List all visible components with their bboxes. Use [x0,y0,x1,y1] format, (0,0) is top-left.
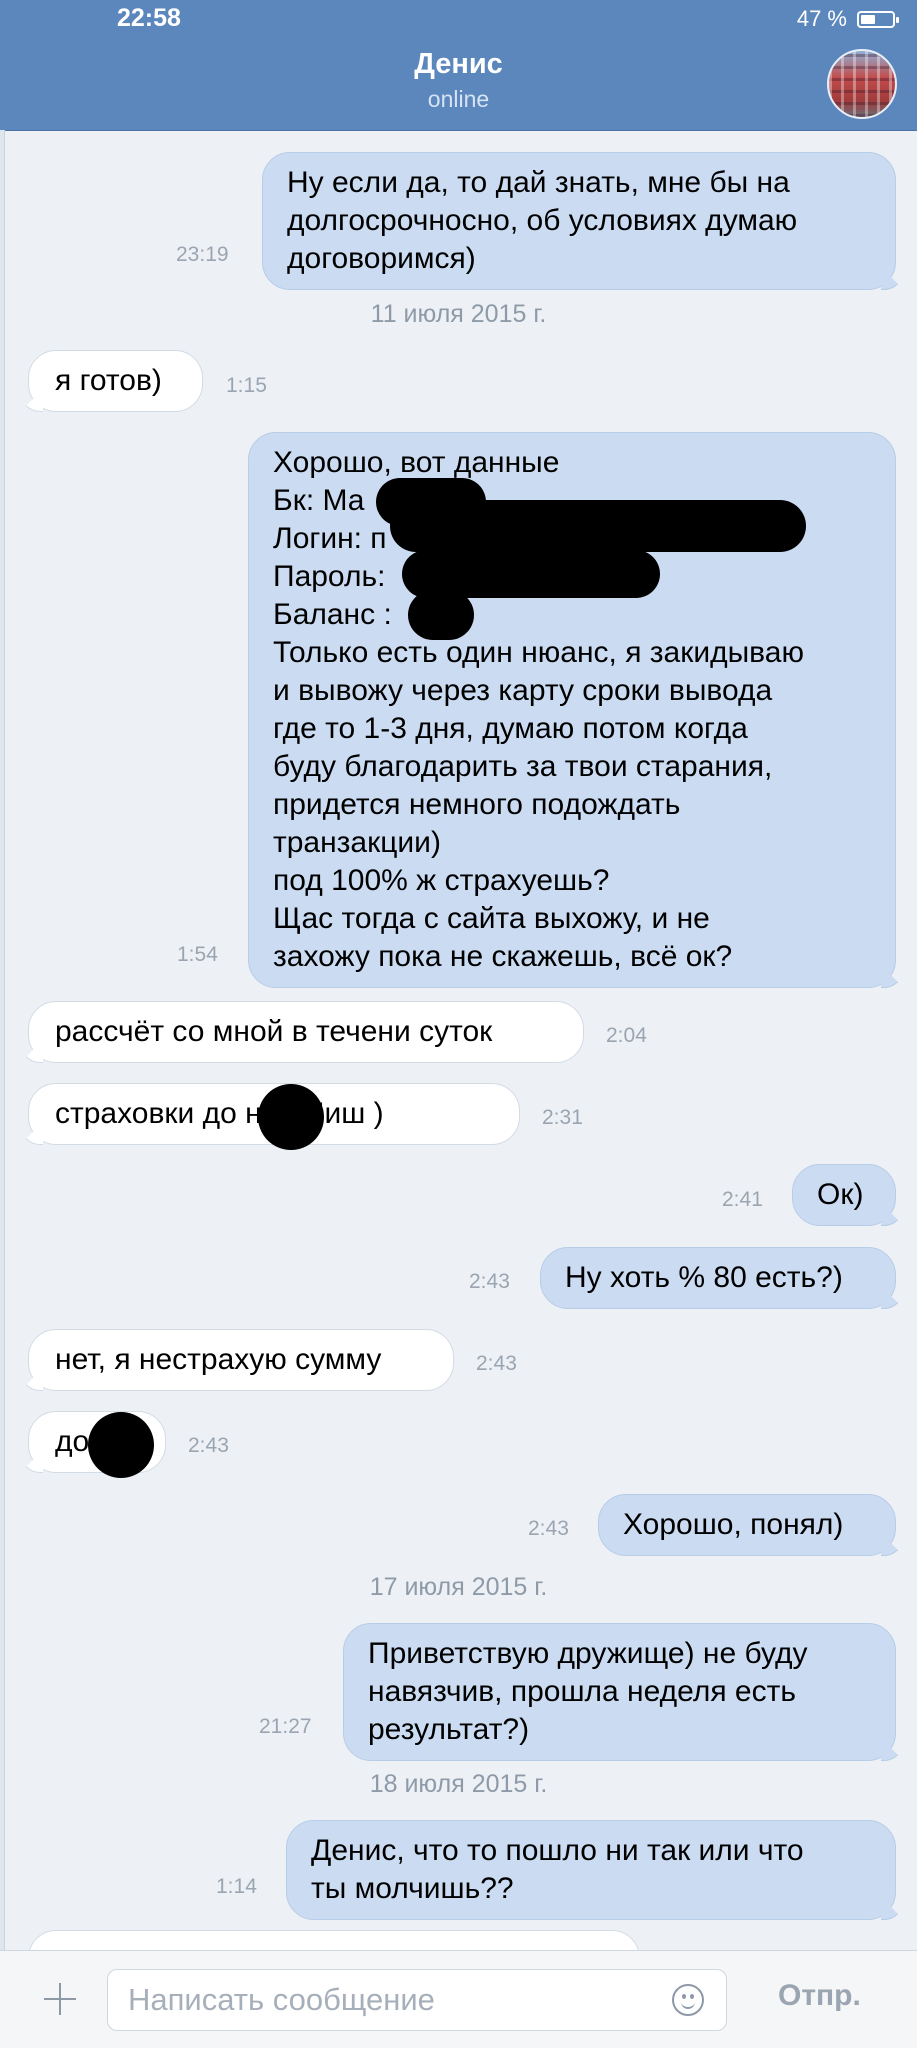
message-bubble-outgoing[interactable]: Ну хоть % 80 есть?) [540,1247,896,1309]
plus-icon[interactable] [44,1983,76,2015]
message-time: 2:31 [542,1106,583,1129]
date-separator: 18 июля 2015 г. [369,1770,548,1798]
message-time: 2:43 [188,1434,229,1457]
smile-icon[interactable] [672,1984,704,2016]
avatar[interactable] [827,49,897,119]
message-bubble-outgoing[interactable]: Приветствую дружище) не буду навязчив, п… [343,1623,896,1761]
send-button[interactable]: Отпр. [778,1979,861,2013]
message-bubble-incoming[interactable]: нет, я нестрахую сумму [28,1329,454,1391]
status-bar: 22:58 47 % [0,0,917,40]
redaction-mark [408,590,474,640]
message-time: 1:54 [177,943,218,966]
date-separator: 11 июля 2015 г. [370,300,547,328]
message-time: 1:15 [226,374,267,397]
message-time: 2:43 [476,1352,517,1375]
message-time: 2:41 [722,1188,763,1211]
message-time: 21:27 [259,1715,312,1738]
message-list[interactable]: Ну если да, то дай знать, мне бы на долг… [0,130,917,1950]
message-bubble-outgoing[interactable]: Хорошо, понял) [598,1494,896,1556]
battery-icon [857,11,899,28]
contact-status: online [427,86,490,112]
chat-header: Денис online [0,40,917,131]
status-time: 22:58 [117,4,181,32]
redaction-mark [390,500,806,552]
message-bubble-incoming[interactable]: рассчёт со мной в течени суток [28,1001,584,1063]
battery-percent: 47 % [796,6,847,31]
message-input[interactable] [107,1969,727,2031]
message-time: 2:04 [606,1024,647,1047]
message-time: 2:43 [469,1270,510,1293]
message-bubble-outgoing[interactable]: Ок) [792,1164,896,1226]
message-time: 2:43 [528,1517,569,1540]
composer-bar: Отпр. [0,1950,917,2048]
contact-name[interactable]: Денис [0,48,917,81]
redaction-mark [88,1412,154,1478]
message-time: 23:19 [176,243,229,266]
date-separator: 17 июля 2015 г. [369,1573,548,1601]
message-bubble-incoming-partial[interactable] [28,1930,640,1950]
message-bubble-incoming[interactable]: я готов) [28,350,203,412]
message-bubble-outgoing[interactable]: Денис, что то пошло ни так или что ты мо… [286,1820,896,1920]
message-time: 1:14 [216,1875,257,1898]
message-bubble-outgoing[interactable]: Ну если да, то дай знать, мне бы на долг… [262,152,896,290]
redaction-mark [258,1084,324,1150]
